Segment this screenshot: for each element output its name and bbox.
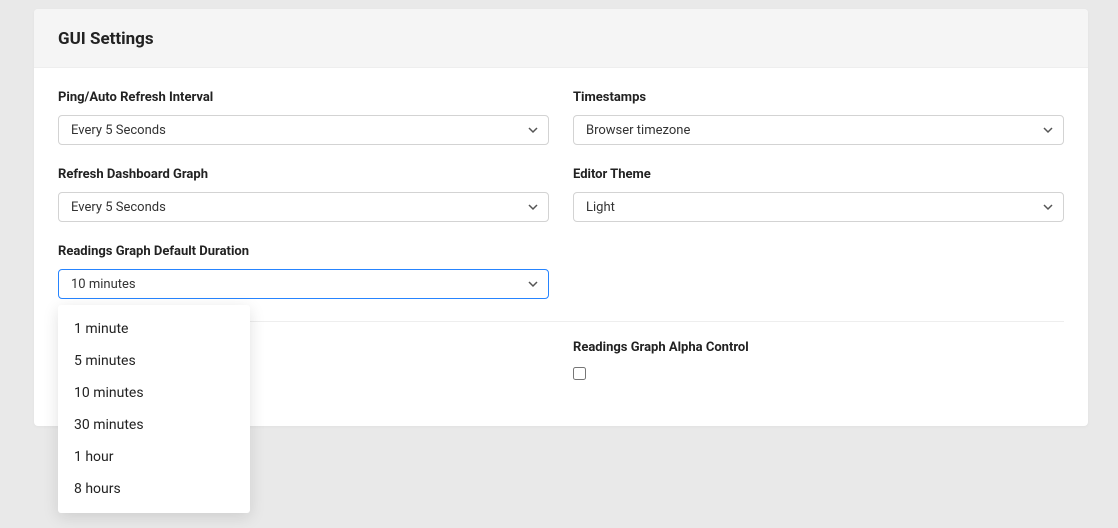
checkbox-col-alpha: Readings Graph Alpha Control <box>573 340 1064 384</box>
ping-interval-label: Ping/Auto Refresh Interval <box>58 90 549 105</box>
col-refresh-graph: Refresh Dashboard Graph Every 5 Seconds <box>58 167 549 222</box>
readings-duration-label: Readings Graph Default Duration <box>58 244 549 259</box>
col-empty-right <box>573 244 1064 299</box>
dropdown-option-1-minute[interactable]: 1 minute <box>58 313 250 345</box>
readings-duration-value: 10 minutes <box>71 277 136 292</box>
row-1: Ping/Auto Refresh Interval Every 5 Secon… <box>58 90 1064 145</box>
editor-theme-select[interactable]: Light <box>573 192 1064 222</box>
row-2: Refresh Dashboard Graph Every 5 Seconds … <box>58 167 1064 222</box>
chevron-down-icon <box>1043 125 1053 135</box>
dropdown-option-8-hours[interactable]: 8 hours <box>58 473 250 505</box>
dropdown-option-30-minutes[interactable]: 30 minutes <box>58 409 250 441</box>
row-3: Readings Graph Default Duration 10 minut… <box>58 244 1064 299</box>
editor-theme-value: Light <box>586 200 615 215</box>
dropdown-option-5-minutes[interactable]: 5 minutes <box>58 345 250 377</box>
panel-title: GUI Settings <box>58 29 1064 49</box>
refresh-graph-value: Every 5 Seconds <box>71 200 166 215</box>
chevron-down-icon <box>528 202 538 212</box>
chevron-down-icon <box>528 125 538 135</box>
alpha-control-label: Readings Graph Alpha Control <box>573 340 1064 355</box>
col-editor-theme: Editor Theme Light <box>573 167 1064 222</box>
refresh-graph-select[interactable]: Every 5 Seconds <box>58 192 549 222</box>
timestamps-label: Timestamps <box>573 90 1064 105</box>
col-timestamps: Timestamps Browser timezone <box>573 90 1064 145</box>
readings-duration-dropdown: 1 minute 5 minutes 10 minutes 30 minutes… <box>58 305 250 513</box>
ping-interval-value: Every 5 Seconds <box>71 123 166 138</box>
timestamps-value: Browser timezone <box>586 123 690 138</box>
chevron-down-icon <box>528 279 538 289</box>
dropdown-option-1-hour[interactable]: 1 hour <box>58 441 250 473</box>
dropdown-option-10-minutes[interactable]: 10 minutes <box>58 377 250 409</box>
readings-duration-select[interactable]: 10 minutes <box>58 269 549 299</box>
editor-theme-label: Editor Theme <box>573 167 1064 182</box>
col-ping-interval: Ping/Auto Refresh Interval Every 5 Secon… <box>58 90 549 145</box>
chevron-down-icon <box>1043 202 1053 212</box>
alpha-control-checkbox[interactable] <box>573 367 586 380</box>
timestamps-select[interactable]: Browser timezone <box>573 115 1064 145</box>
col-readings-duration: Readings Graph Default Duration 10 minut… <box>58 244 549 299</box>
ping-interval-select[interactable]: Every 5 Seconds <box>58 115 549 145</box>
panel-header: GUI Settings <box>34 9 1088 68</box>
refresh-graph-label: Refresh Dashboard Graph <box>58 167 549 182</box>
